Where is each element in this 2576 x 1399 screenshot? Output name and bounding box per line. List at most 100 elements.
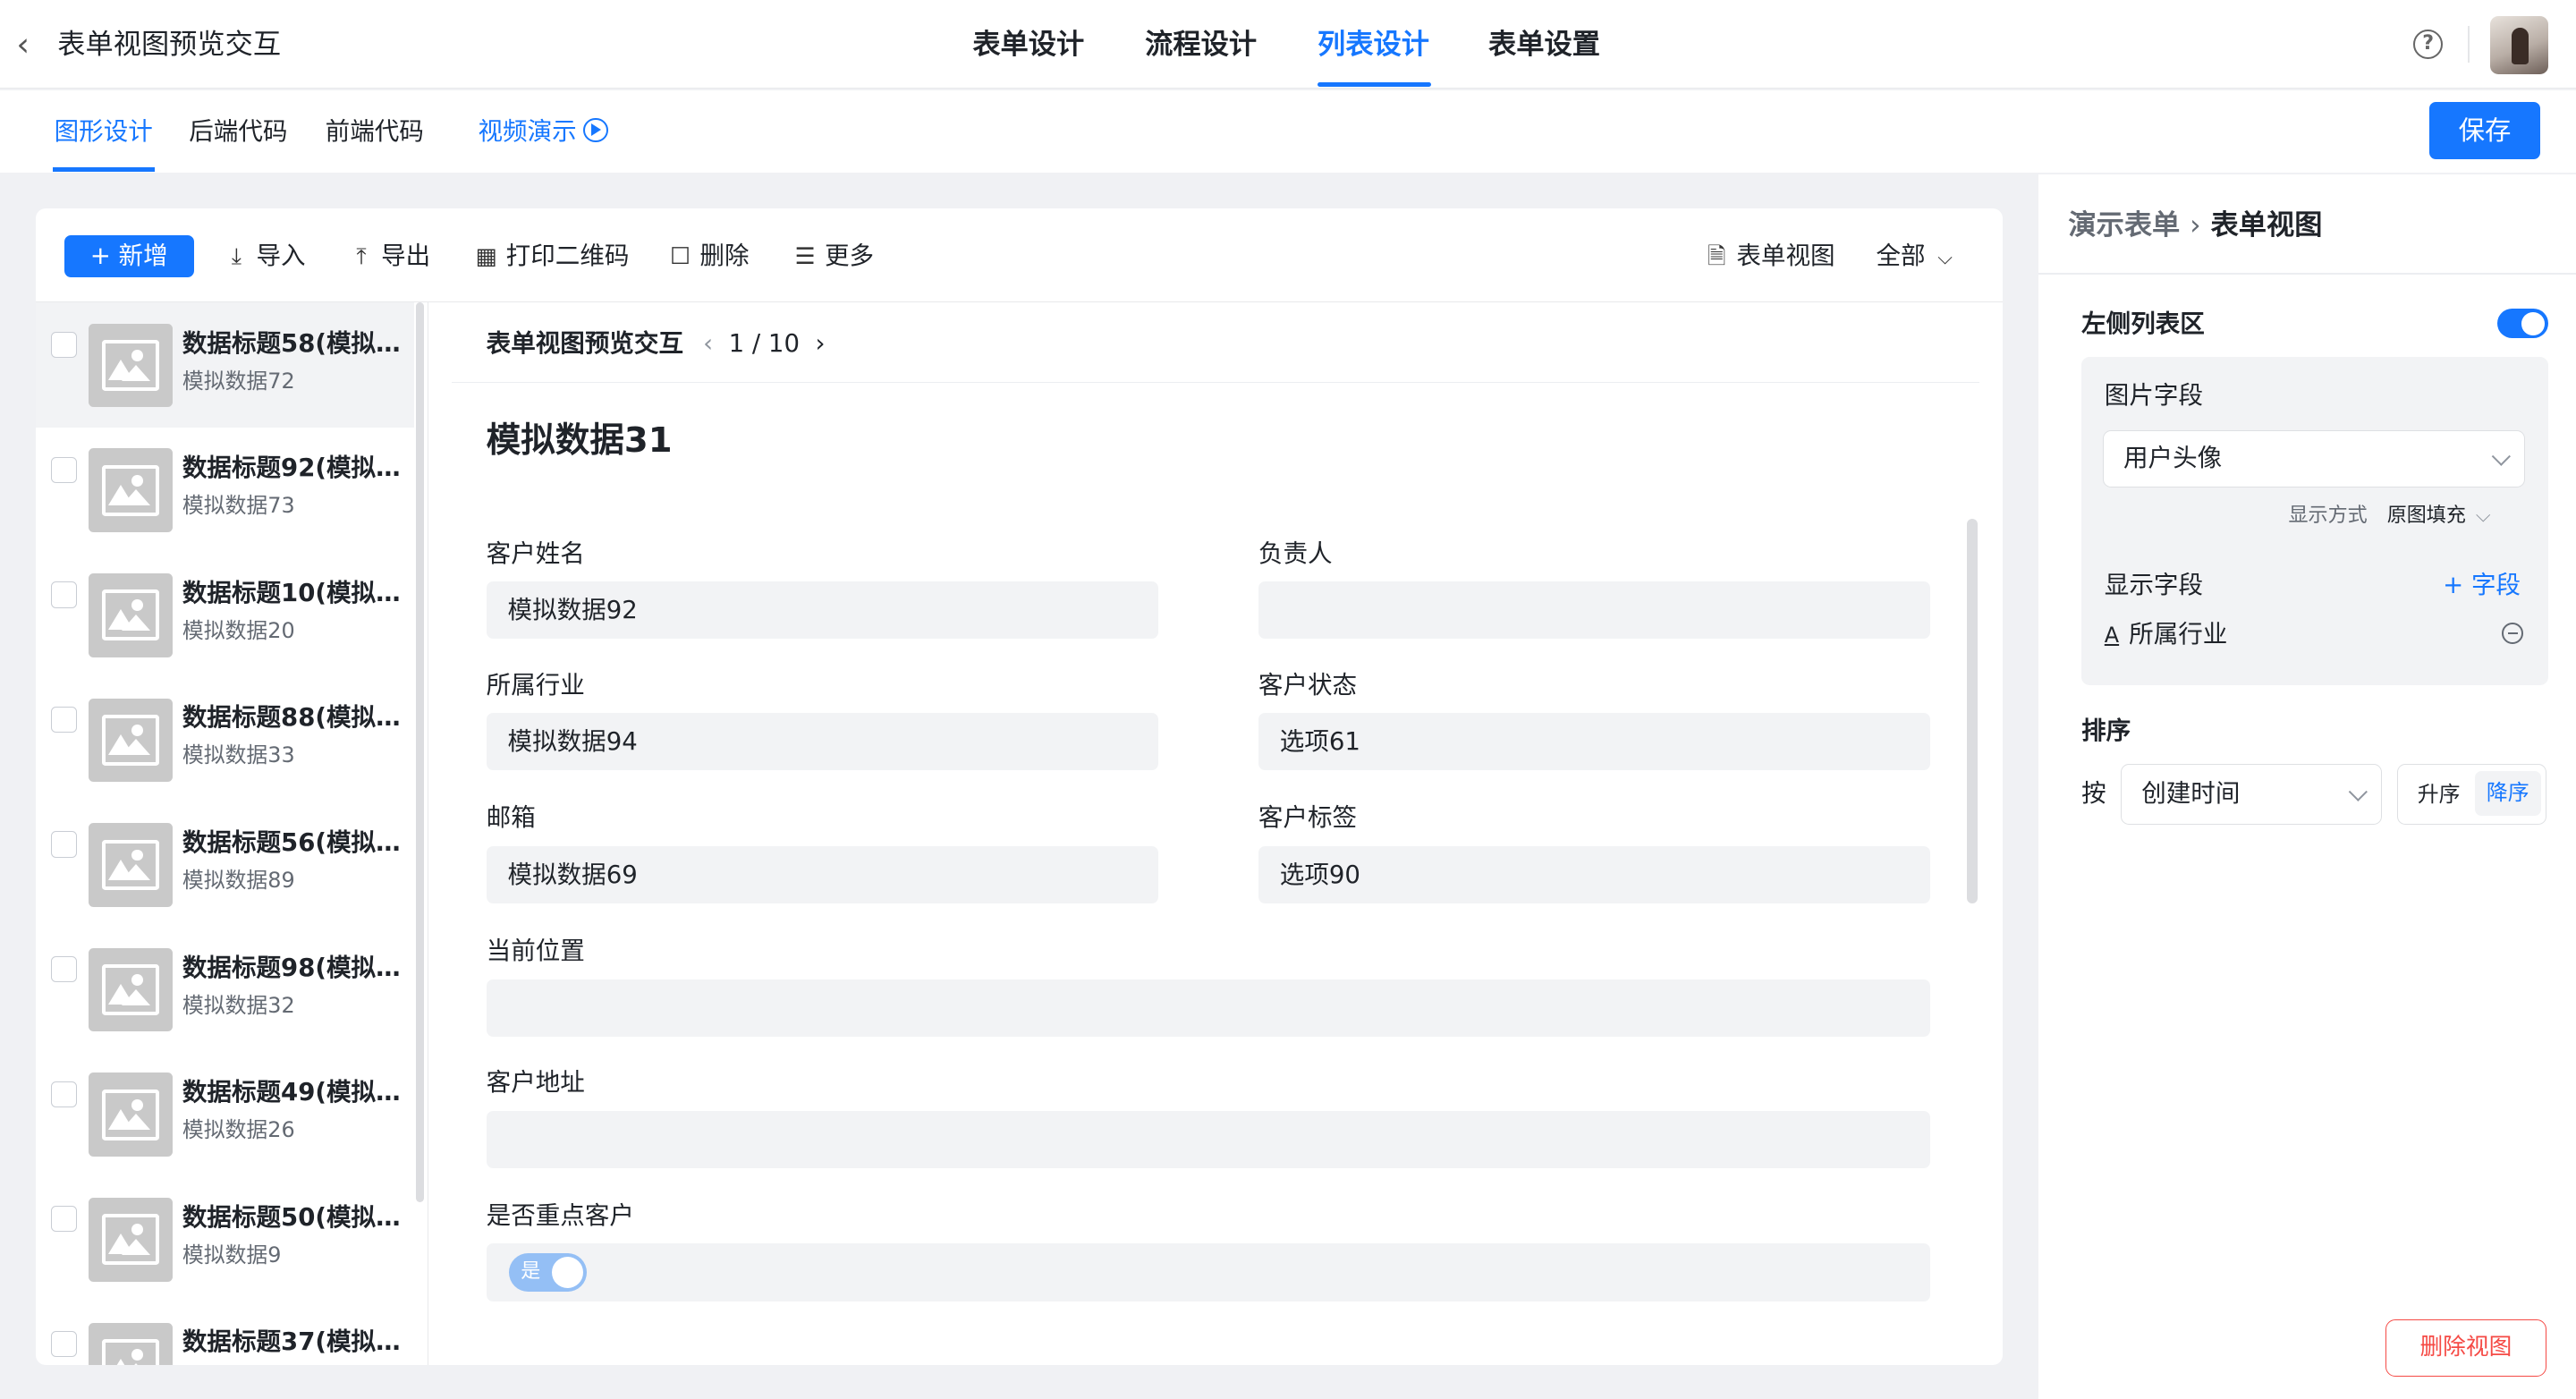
tab-process-design[interactable]: 流程设计 (1145, 25, 1257, 64)
subtab-backend-code[interactable]: 后端代码 (189, 115, 287, 148)
sort-asc-button[interactable]: 升序 (2418, 778, 2461, 811)
checkbox[interactable] (50, 1206, 78, 1233)
export-button[interactable]: ⤒ 导出 (348, 238, 430, 275)
divider (2038, 272, 2576, 275)
list-item-title: 数据标题56(模拟数据 (182, 827, 406, 857)
checkbox[interactable] (50, 706, 78, 733)
list-item[interactable]: 数据标题10(模拟数据 模拟数据20 (36, 552, 413, 677)
top-bar: ‹ 表单视图预览交互 表单设计 流程设计 列表设计 表单设置 ? (0, 0, 2576, 89)
trash-icon: ☐ (669, 243, 691, 271)
display-mode-select[interactable]: 原图填充 ⌵ (2387, 501, 2491, 530)
plus-icon: + (89, 241, 119, 270)
add-field-label: 字段 (2471, 570, 2521, 599)
image-field-select[interactable]: 用户头像 (2102, 430, 2525, 488)
field-customer-name[interactable]: 模拟数据92 (486, 581, 1158, 640)
add-button-label: 新增 (118, 241, 168, 270)
key-customer-toggle[interactable]: 是 (509, 1253, 587, 1292)
list-item[interactable]: 数据标题50(模拟数据 模拟数据9 (36, 1176, 413, 1301)
sort-field-value: 创建时间 (2141, 779, 2241, 809)
field-owner[interactable] (1258, 581, 1931, 640)
list-item[interactable]: 数据标题58(模拟数据 模拟数据72 (36, 301, 414, 428)
display-mode-value: 原图填充 (2386, 504, 2466, 528)
field-label-customer-name: 客户姓名 (486, 538, 585, 568)
breadcrumb-current: 表单视图 (2210, 208, 2323, 242)
toggle-text: 是 (521, 1260, 541, 1284)
list-item-subtitle: 模拟数据26 (182, 1117, 295, 1143)
breadcrumb: 演示表单 › 表单视图 (2068, 206, 2322, 245)
scope-label: 全部 (1876, 242, 1926, 271)
list-item-subtitle: 模拟数据32 (182, 992, 295, 1018)
list-item-title: 数据标题50(模拟数据 (182, 1202, 406, 1232)
play-circle-icon (583, 117, 608, 143)
prev-record-icon[interactable]: ‹ (703, 329, 729, 358)
field-tag[interactable]: 选项90 (1258, 845, 1931, 904)
checkbox[interactable] (50, 456, 78, 483)
list-item[interactable]: 数据标题37(模拟数据 (36, 1301, 413, 1366)
remove-field-icon[interactable] (2502, 623, 2524, 644)
breadcrumb-parent[interactable]: 演示表单 (2068, 209, 2180, 242)
left-list-switch[interactable] (2496, 309, 2548, 339)
delete-view-button[interactable]: 删除视图 (2385, 1318, 2546, 1378)
subtab-graphic-design[interactable]: 图形设计 (55, 115, 153, 148)
print-qr-button[interactable]: ▦ 打印二维码 (473, 238, 629, 275)
checkbox[interactable] (50, 581, 78, 608)
field-location[interactable] (486, 979, 1931, 1037)
scope-select[interactable]: 全部 ⌵ (1877, 238, 1965, 276)
delete-button[interactable]: ☐ 删除 (667, 238, 750, 275)
next-record-icon[interactable]: › (800, 329, 825, 358)
list-scrollbar[interactable] (415, 301, 424, 1203)
left-list-label: 左侧列表区 (2081, 309, 2205, 338)
list-item[interactable]: 数据标题92(模拟数据 模拟数据73 (36, 428, 413, 553)
field-email[interactable]: 模拟数据69 (486, 845, 1158, 904)
checkbox[interactable] (50, 331, 78, 359)
form-view-button[interactable]: 🗎 表单视图 (1704, 238, 1835, 275)
image-placeholder-icon (89, 1322, 173, 1366)
save-button[interactable]: 保存 (2429, 101, 2540, 160)
chevron-down-icon (2349, 782, 2368, 801)
delete-label: 删除 (699, 242, 750, 271)
field-label-location: 当前位置 (486, 937, 585, 966)
display-field-name: 所属行业 (2129, 619, 2228, 649)
list-item[interactable]: 数据标题88(模拟数据 模拟数据33 (36, 677, 413, 802)
list-item[interactable]: 数据标题56(模拟数据 模拟数据89 (36, 801, 413, 927)
sort-field-select[interactable]: 创建时间 (2121, 764, 2383, 826)
chevron-down-icon: ⌵ (2475, 504, 2491, 528)
list-item[interactable]: 数据标题49(模拟数据 模拟数据26 (36, 1051, 413, 1176)
list-item-subtitle: 模拟数据73 (182, 493, 295, 519)
import-button[interactable]: ⤓ 导入 (224, 238, 306, 275)
subtab-frontend-code[interactable]: 前端代码 (326, 115, 424, 148)
list-item-subtitle: 模拟数据20 (182, 617, 295, 643)
checkbox[interactable] (50, 831, 78, 858)
sort-by-label: 按 (2081, 778, 2106, 808)
checkbox[interactable] (50, 1330, 78, 1358)
sort-desc-button[interactable]: 降序 (2475, 771, 2541, 816)
question-circle-icon[interactable]: ? (2413, 30, 2444, 60)
more-label: 更多 (825, 242, 875, 271)
add-field-button[interactable]: + 字段 (2443, 567, 2521, 603)
more-button[interactable]: ☰ 更多 (792, 238, 874, 275)
chevron-left-icon[interactable]: ‹ (16, 25, 49, 64)
detail-scrollbar[interactable] (1966, 519, 1979, 904)
field-industry[interactable]: 模拟数据94 (486, 713, 1158, 771)
image-placeholder-icon (89, 1197, 173, 1282)
avatar[interactable] (2490, 16, 2548, 74)
field-address[interactable] (486, 1110, 1931, 1168)
field-status[interactable]: 选项61 (1258, 713, 1931, 771)
checkbox[interactable] (50, 1081, 78, 1107)
list-item-title: 数据标题37(模拟数据 (182, 1327, 406, 1357)
image-placeholder-icon (89, 823, 173, 907)
checkbox[interactable] (50, 955, 78, 983)
field-label-tag: 客户标签 (1258, 803, 1358, 833)
video-demo-link[interactable]: 视频演示 (478, 115, 608, 148)
video-demo-label: 视频演示 (478, 116, 577, 146)
display-field-item: A 所属行业 (2105, 616, 2228, 653)
add-button[interactable]: + 新增 (64, 234, 194, 278)
image-field-label: 图片字段 (2104, 381, 2203, 411)
tab-list-design[interactable]: 列表设计 (1318, 25, 1429, 64)
tab-form-settings[interactable]: 表单设置 (1488, 25, 1600, 64)
toolbar: + 新增 ⤓ 导入 ⤒ 导出 ▦ 打印二维码 ☐ 删除 ☰ 更多 🗎 表单视图 全部 ⌵ (36, 208, 2003, 302)
active-subtab-indicator (52, 167, 155, 172)
tab-form-design[interactable]: 表单设计 (972, 25, 1084, 64)
display-fields-label: 显示字段 (2104, 570, 2203, 599)
list-item[interactable]: 数据标题98(模拟数据 模拟数据32 (36, 927, 413, 1052)
